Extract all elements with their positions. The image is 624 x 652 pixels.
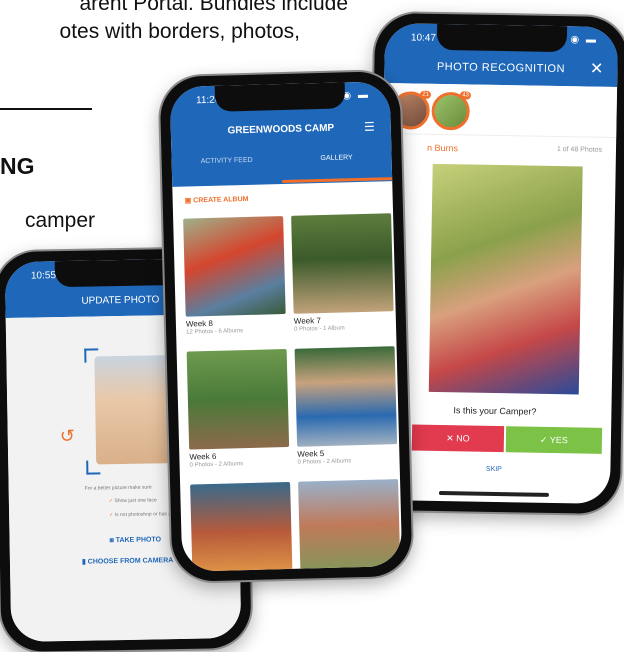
album-meta: 0 Photos - 2 Albums bbox=[297, 458, 352, 466]
frame-corner bbox=[86, 460, 101, 475]
camper-name: n Burns bbox=[426, 142, 459, 154]
create-album-label: CREATE ALBUM bbox=[193, 195, 249, 205]
album-icon: ▣ bbox=[184, 197, 192, 205]
phone-notch bbox=[214, 82, 346, 112]
album-meta: 12 Photos - 6 Albums bbox=[186, 328, 244, 336]
thumbnail-count-badge: 43 bbox=[460, 91, 471, 100]
album-cover bbox=[186, 348, 290, 450]
album-cover bbox=[298, 479, 401, 572]
prompt-question: Is this your Camper? bbox=[453, 405, 537, 417]
photo-hint: For a better picture make sure bbox=[84, 484, 152, 492]
close-icon[interactable]: ✕ bbox=[590, 59, 604, 79]
menu-icon[interactable]: ☰ bbox=[364, 120, 375, 134]
bg-text-line2: otes with borders, photos, bbox=[59, 20, 300, 43]
album-card[interactable]: Week 7 0 Photos - 1 Album bbox=[291, 213, 394, 333]
album-card[interactable]: Week 8 12 Photos - 6 Albums bbox=[183, 216, 286, 336]
bg-text-line1: arent Portal. Bundles include bbox=[79, 0, 349, 15]
album-cover bbox=[183, 216, 286, 317]
album-cover bbox=[291, 213, 394, 314]
yes-button[interactable]: ✓ YES bbox=[505, 426, 603, 454]
bg-heading: NG bbox=[0, 153, 35, 179]
no-button[interactable]: ✕ NO bbox=[411, 424, 505, 453]
camper-thumbnail[interactable]: 43 bbox=[431, 91, 471, 131]
status-time: 10:55 bbox=[30, 270, 57, 282]
bg-text-line3: camper bbox=[24, 209, 95, 232]
choose-from-camera-button[interactable]: ▮ CHOOSE FROM CAMERA bbox=[81, 556, 174, 566]
check-item: ✓ Show just one face bbox=[109, 497, 157, 504]
album-card[interactable]: Week 5 0 Photos - 2 Albums bbox=[294, 346, 398, 466]
check-icon: ✓ bbox=[108, 498, 114, 505]
candidate-photo bbox=[428, 163, 583, 395]
album-cover bbox=[294, 346, 398, 447]
thumbnail-count-badge: 21 bbox=[420, 90, 432, 99]
rotate-arrow-icon[interactable]: ↺ bbox=[60, 426, 75, 447]
check-label: Show just one face bbox=[114, 497, 157, 505]
phone-notch bbox=[436, 23, 567, 53]
camera-icon: ◙ bbox=[109, 537, 114, 545]
frame-corner bbox=[84, 348, 99, 363]
take-photo-label: TAKE PHOTO bbox=[115, 536, 162, 545]
check-label: Is not photoshop or has pose bbox=[114, 511, 180, 519]
divider bbox=[0, 108, 92, 110]
choose-label: CHOOSE FROM CAMERA bbox=[87, 557, 174, 566]
create-album-button[interactable]: ▣ CREATE ALBUM bbox=[185, 195, 249, 205]
album-card[interactable]: Week 6 0 Photos - 2 Albums bbox=[186, 348, 290, 469]
camper-thumbnail-strip: 21 43 bbox=[383, 82, 618, 139]
album-meta: 0 Photos - 1 Album bbox=[294, 325, 345, 333]
take-photo-button[interactable]: ◙ TAKE PHOTO bbox=[110, 536, 162, 544]
photo-count: 1 of 48 Photos bbox=[556, 146, 603, 154]
album-card[interactable] bbox=[298, 479, 401, 572]
album-meta: 0 Photos - 2 Albums bbox=[189, 461, 244, 469]
album-cover bbox=[190, 481, 293, 572]
phone-gallery: 11:26 ▴ ◉ ▬ GREENWOODS CAMP ☰ ACTIVITY F… bbox=[159, 70, 413, 583]
home-indicator[interactable] bbox=[438, 491, 549, 497]
gallery-icon: ▮ bbox=[81, 558, 86, 566]
album-card[interactable] bbox=[190, 481, 293, 572]
check-icon: ✓ bbox=[109, 512, 114, 519]
skip-button[interactable]: SKIP bbox=[377, 464, 610, 475]
status-time: 10:47 bbox=[410, 32, 437, 44]
check-item: ✓ Is not photoshop or has pose bbox=[109, 511, 179, 518]
